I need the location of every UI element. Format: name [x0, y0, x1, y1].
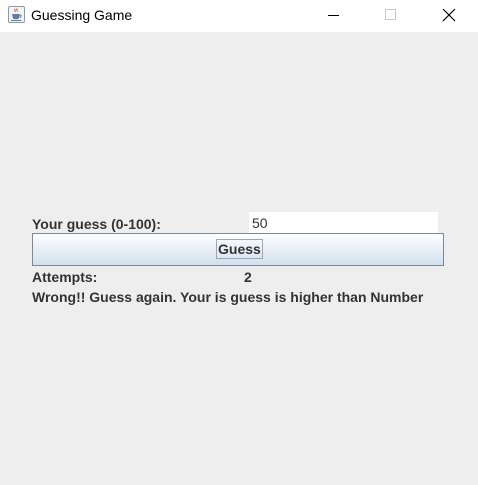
attempts-label: Attempts: [32, 269, 98, 285]
close-icon [442, 8, 456, 22]
title-bar[interactable]: Guessing Game [0, 0, 478, 32]
java-cup-icon[interactable] [8, 6, 25, 23]
guess-button[interactable]: Guess [32, 233, 444, 266]
minimize-icon [328, 15, 339, 16]
guess-input[interactable] [249, 212, 438, 233]
window-title: Guessing Game [31, 7, 133, 23]
minimize-button[interactable] [304, 0, 362, 32]
guess-label: Your guess (0-100): [32, 216, 161, 232]
maximize-button[interactable] [362, 0, 420, 32]
close-button[interactable] [420, 0, 478, 32]
guess-button-label: Guess [216, 239, 263, 259]
result-message: Wrong!! Guess again. Your is guess is hi… [32, 289, 424, 305]
maximize-icon [385, 9, 396, 20]
attempts-value: 2 [244, 269, 252, 285]
content-panel: Your guess (0-100): Guess Attempts: 2 Wr… [0, 32, 478, 485]
